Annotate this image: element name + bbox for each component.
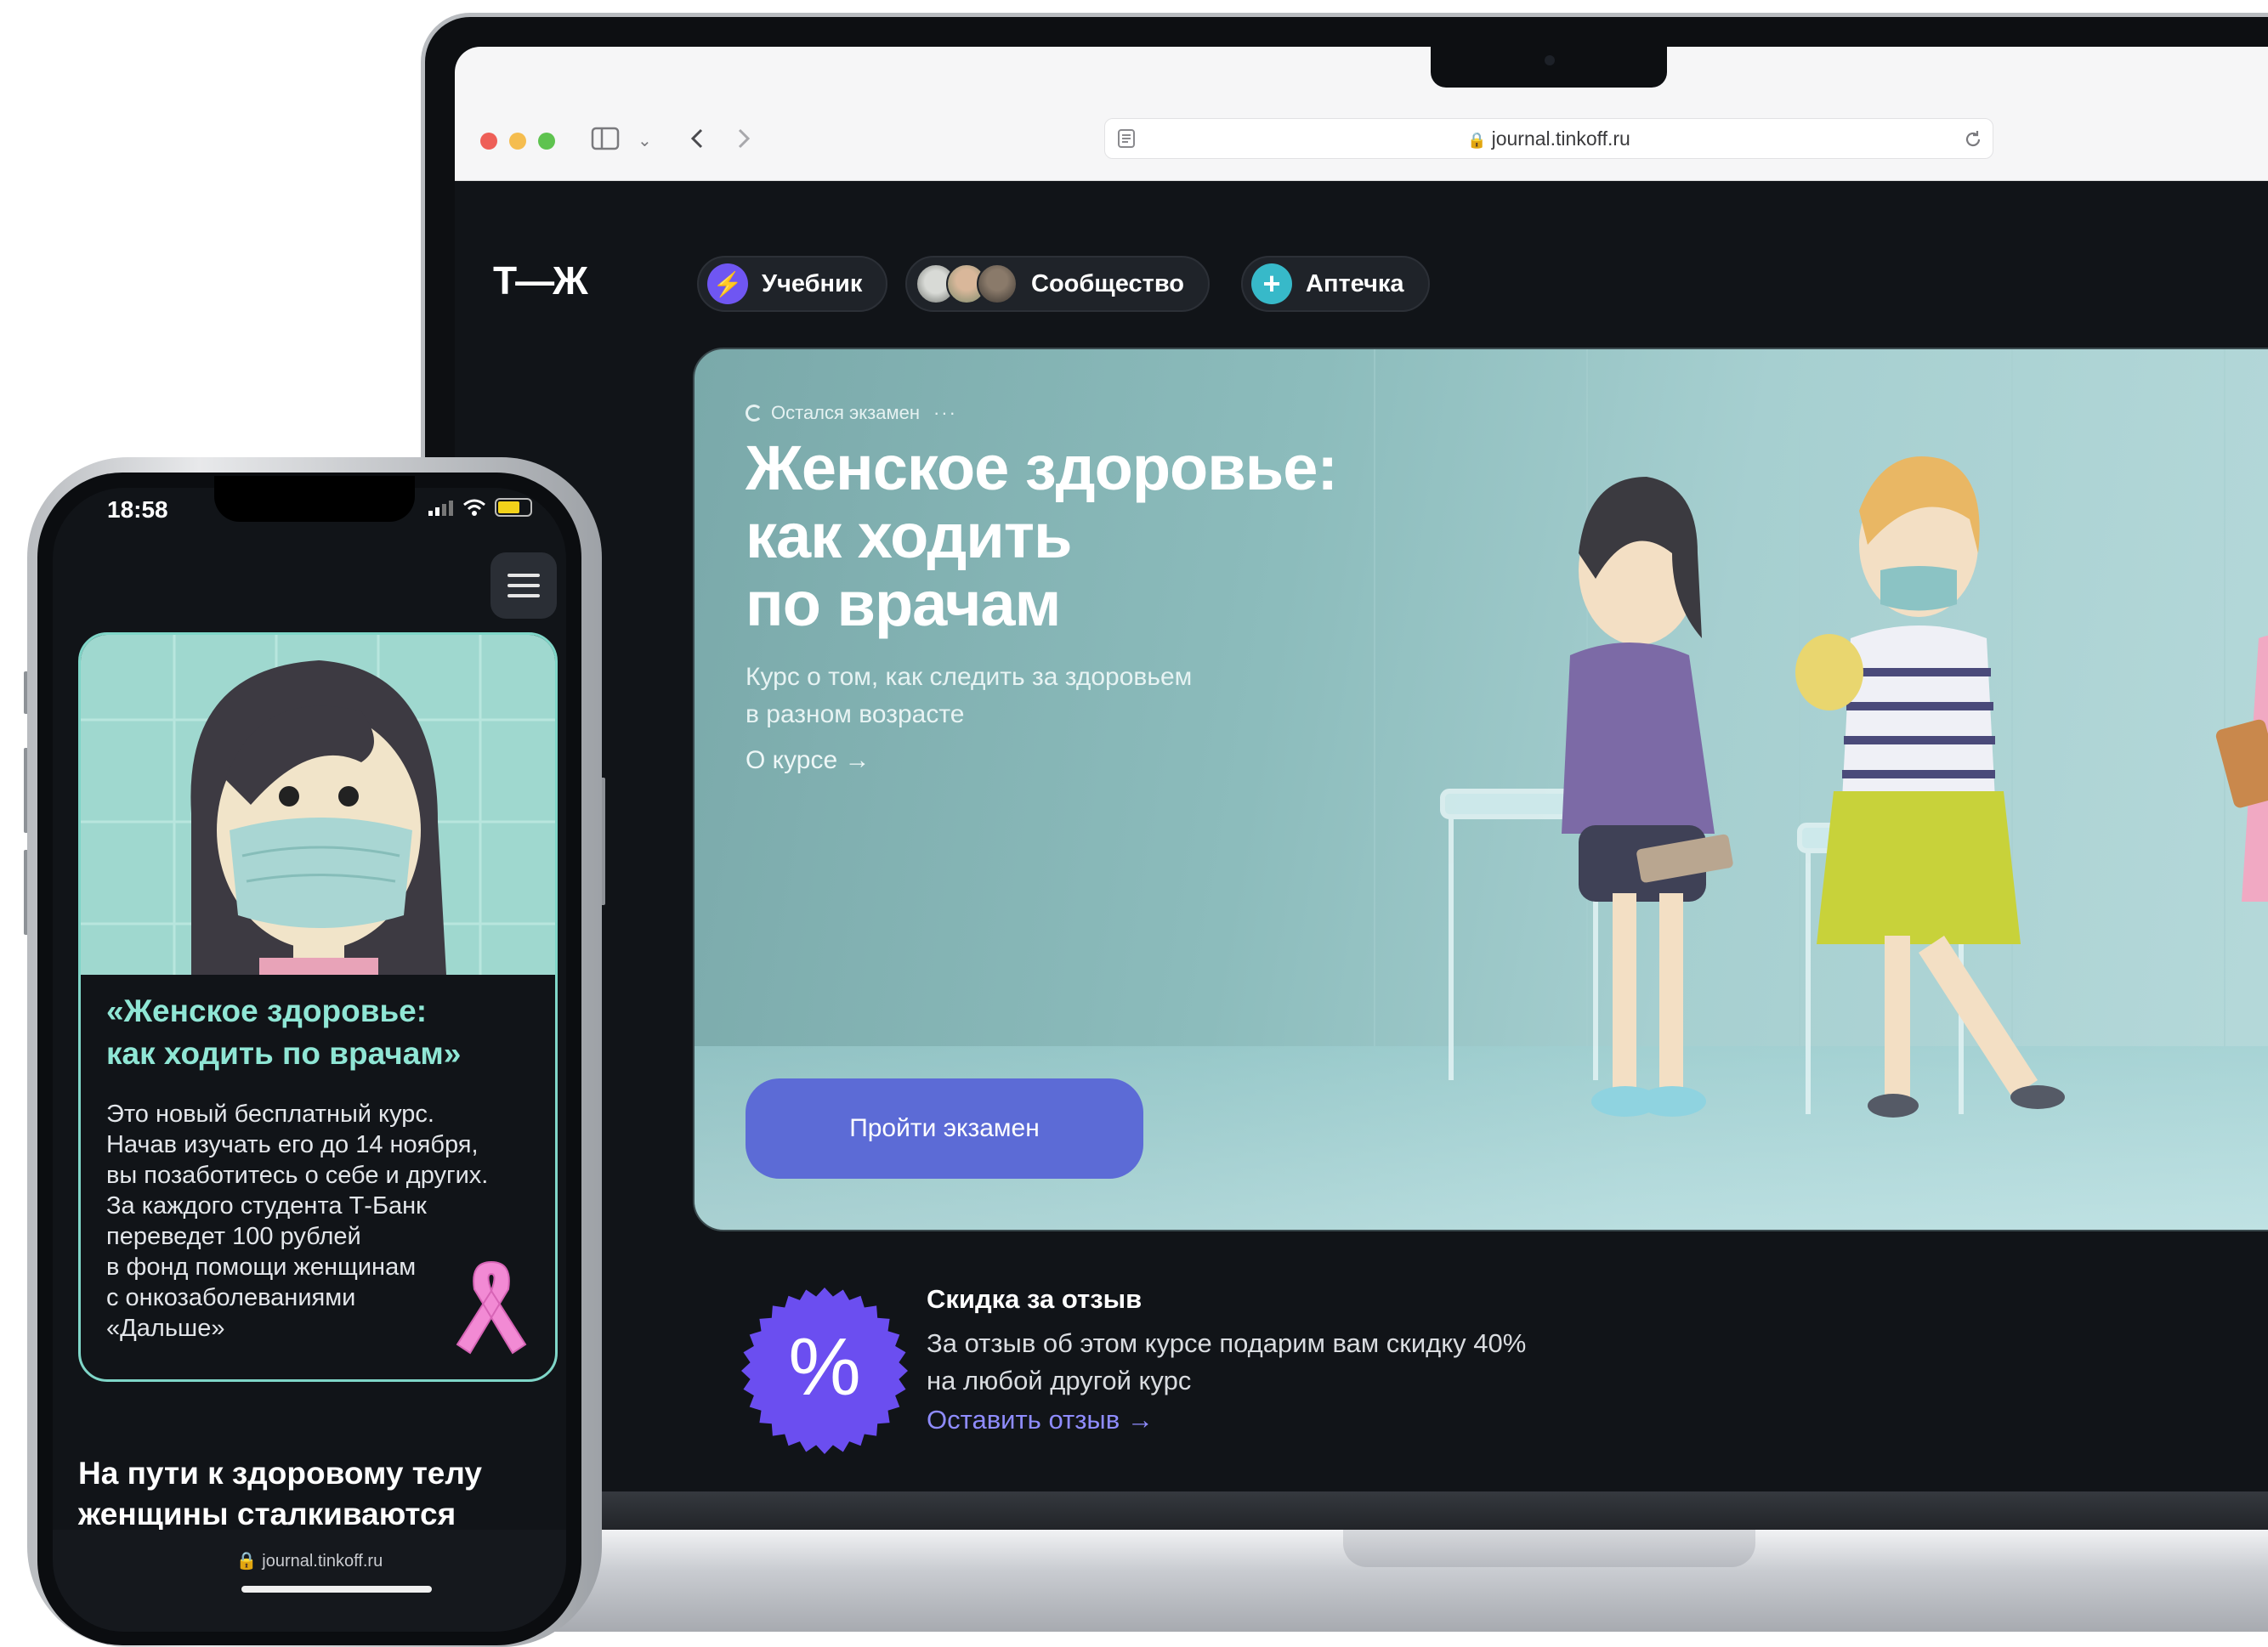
phone-screen: 18:58 «Женское здоровье: как ходить по в… — [53, 488, 566, 1632]
laptop-screen: ⌄ 🔒 journal.tinkoff.ru Т—Ж ⚡ Учебник Сооб… — [455, 47, 2268, 1491]
article-heading: На пути к здоровому телу женщины сталкив… — [78, 1456, 482, 1531]
camera-notch — [1431, 47, 1667, 88]
promo-title: «Женское здоровье: как ходить по врачам» — [106, 993, 462, 1071]
phone-address-bar[interactable]: 🔒 journal.tinkoff.ru — [53, 1530, 566, 1632]
nav-item-community[interactable]: Сообщество — [905, 256, 1210, 312]
home-indicator[interactable] — [241, 1586, 432, 1593]
promo-illustration — [81, 635, 555, 975]
phone-notch — [214, 476, 415, 522]
back-icon[interactable] — [689, 126, 706, 159]
phone-url: 🔒 journal.tinkoff.ru — [235, 1552, 383, 1571]
lock-icon: 🔒 — [1467, 132, 1487, 149]
phone-status-icons — [428, 498, 532, 517]
battery-icon — [495, 498, 532, 517]
chevron-down-icon[interactable]: ⌄ — [638, 126, 652, 156]
site-logo[interactable]: Т—Ж — [493, 258, 588, 303]
close-window-button[interactable] — [480, 133, 497, 150]
discount-title: Скидка за отзыв — [927, 1284, 1143, 1314]
url-text: 🔒 journal.tinkoff.ru — [1467, 127, 1630, 150]
address-bar[interactable]: 🔒 journal.tinkoff.ru — [1104, 118, 1993, 159]
about-course-link[interactable]: О курсе → — [746, 746, 870, 775]
hamburger-menu-button[interactable] — [490, 552, 557, 619]
signal-icon — [428, 501, 453, 516]
browser-toolbar: ⌄ 🔒 journal.tinkoff.ru — [455, 47, 2268, 181]
percent-badge-icon: % — [741, 1288, 908, 1454]
reload-icon[interactable] — [1962, 128, 1984, 150]
minimize-window-button[interactable] — [509, 133, 526, 150]
badge-symbol: % — [788, 1322, 860, 1412]
course-hero-card: Остался экзамен ··· Женское здоровье: ка… — [693, 348, 2268, 1231]
phone-clock: 18:58 — [107, 496, 168, 523]
discount-text: За отзыв об этом курсе подарим вам скидк… — [927, 1328, 1527, 1395]
sidebar-toggle-icon[interactable] — [591, 126, 620, 159]
leave-review-link[interactable]: Оставить отзыв → — [927, 1405, 1154, 1435]
laptop-base-notch — [1343, 1530, 1755, 1567]
forward-icon[interactable] — [735, 126, 752, 159]
pink-ribbon-icon — [456, 1260, 527, 1355]
course-promo-card[interactable]: «Женское здоровье: как ходить по врачам»… — [78, 632, 558, 1382]
more-icon[interactable]: ··· — [933, 402, 957, 424]
course-subtitle: Курс о том, как следить за здоровьем в р… — [746, 663, 1193, 728]
nav-item-first-aid[interactable]: + Аптечка — [1241, 256, 1430, 312]
plus-cross-icon: + — [1251, 263, 1292, 304]
avatar — [977, 263, 1018, 304]
progress-ring-icon — [746, 405, 763, 422]
course-title: Женское здоровье: как ходить по врачам — [746, 433, 1338, 639]
lightning-icon: ⚡ — [707, 263, 748, 304]
camera-icon — [1545, 55, 1555, 65]
wifi-icon — [463, 499, 485, 516]
take-exam-button[interactable]: Пройти экзамен — [746, 1078, 1143, 1179]
website: Т—Ж ⚡ Учебник Сообщество + Аптечка Остал… — [455, 181, 2268, 1491]
avatars-icon — [916, 263, 1018, 304]
maximize-window-button[interactable] — [538, 133, 555, 150]
nav-item-textbook[interactable]: ⚡ Учебник — [697, 256, 888, 312]
lock-icon: 🔒 — [235, 1552, 263, 1571]
course-status: Остался экзамен ··· — [746, 402, 957, 424]
